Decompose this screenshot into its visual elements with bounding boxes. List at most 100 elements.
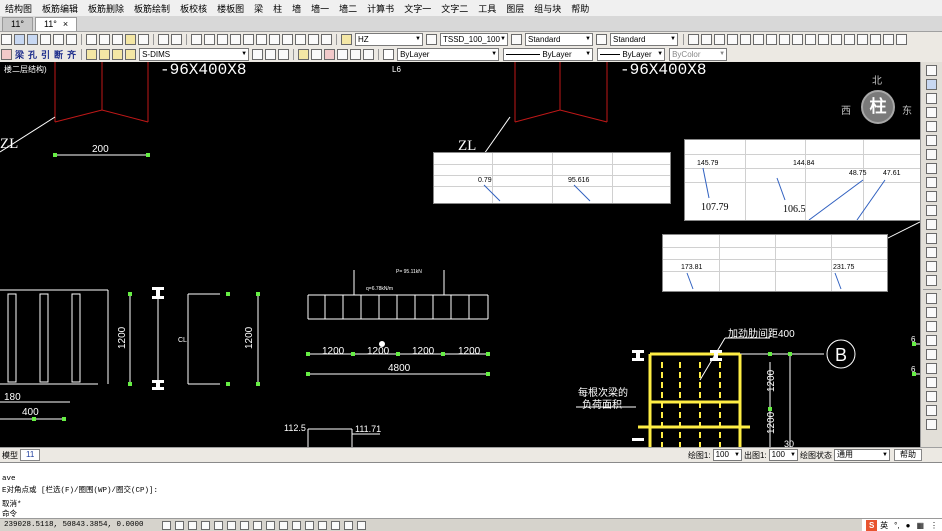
compass-north[interactable]: 北: [872, 72, 882, 87]
drawing-state-select[interactable]: 通用 ▼: [834, 449, 890, 461]
table-icon[interactable]: [883, 34, 894, 45]
tssd-tool4-icon[interactable]: [337, 49, 349, 60]
layer-select[interactable]: S-DIMS ▼: [139, 48, 250, 61]
polygon-icon[interactable]: [727, 34, 738, 45]
bring-front-icon[interactable]: [926, 307, 937, 318]
make-block-icon[interactable]: [831, 34, 842, 45]
zoom-previous-icon[interactable]: [230, 34, 241, 45]
grip[interactable]: [53, 153, 57, 157]
layer-state-icon[interactable]: [278, 49, 290, 60]
grip[interactable]: [396, 352, 400, 356]
grip[interactable]: [768, 407, 772, 411]
grip[interactable]: [441, 352, 445, 356]
menu-item[interactable]: 板筋编辑: [37, 2, 83, 15]
embedded-table-1[interactable]: 0.79 95.616: [433, 152, 671, 204]
menu-item[interactable]: 文字二: [436, 2, 473, 15]
lineweight-select[interactable]: ByLayer ▼: [597, 48, 666, 61]
fillet-icon[interactable]: [926, 261, 937, 272]
document-tab-active[interactable]: 11° ×: [34, 17, 78, 31]
sogou-ime-icon[interactable]: S: [866, 519, 878, 531]
grip[interactable]: [306, 352, 310, 356]
properties-icon[interactable]: [243, 34, 254, 45]
block-editor-icon[interactable]: [138, 34, 149, 45]
zoom-realtime-icon[interactable]: [204, 34, 215, 45]
grip[interactable]: [128, 292, 132, 296]
mirror-icon[interactable]: [926, 93, 937, 104]
measure-icon[interactable]: [926, 391, 937, 402]
polar-icon[interactable]: [200, 520, 210, 530]
line-icon[interactable]: [688, 34, 699, 45]
area-icon[interactable]: [926, 419, 937, 430]
cut-icon[interactable]: [86, 34, 97, 45]
make-current-icon[interactable]: [252, 49, 264, 60]
menu-icon[interactable]: ⋮: [930, 521, 938, 530]
sun-icon[interactable]: [112, 49, 124, 60]
dim-style-icon[interactable]: [426, 34, 437, 45]
qp-icon[interactable]: [278, 520, 288, 530]
plotstyle-select[interactable]: ByColor ▼: [669, 48, 728, 61]
text-style-icon[interactable]: [341, 34, 352, 45]
text-style-select[interactable]: HZ ▼: [355, 33, 423, 46]
ime-language[interactable]: 英: [880, 520, 888, 531]
layout-icon[interactable]: [304, 520, 314, 530]
zoom-window-icon[interactable]: [217, 34, 228, 45]
tssd-tool5-icon[interactable]: [350, 49, 362, 60]
send-back-icon[interactable]: [926, 321, 937, 332]
chamfer-icon[interactable]: [926, 247, 937, 258]
command-line[interactable]: ave E对角点或 [栏选(F)/圈围(WP)/圈交(CP)]: 取消* 命令: [0, 462, 942, 519]
move-icon[interactable]: [926, 135, 937, 146]
grip[interactable]: [226, 292, 230, 296]
offset-icon[interactable]: [926, 107, 937, 118]
object-snap-icon[interactable]: [926, 377, 937, 388]
markup-icon[interactable]: [295, 34, 306, 45]
paste-icon[interactable]: [112, 34, 123, 45]
multileader-style-icon[interactable]: [596, 34, 607, 45]
copy-object-icon[interactable]: [926, 79, 937, 90]
document-tab[interactable]: 11°: [2, 17, 33, 31]
dyn-icon[interactable]: [252, 520, 262, 530]
menu-item[interactable]: 结构图: [0, 2, 37, 15]
tssd-tool-icon[interactable]: [1, 49, 12, 60]
preview-icon[interactable]: [53, 34, 64, 45]
join-icon[interactable]: [926, 233, 937, 244]
save-icon[interactable]: [27, 34, 38, 45]
tool-hole[interactable]: 孔: [28, 48, 37, 61]
menu-item[interactable]: 组与块: [529, 2, 566, 15]
embedded-table-2[interactable]: 145.79 144.84 48.75 47.61 107.79 106.5: [684, 139, 920, 221]
help-button[interactable]: 帮助: [894, 449, 922, 461]
open-file-icon[interactable]: [14, 34, 25, 45]
close-icon[interactable]: ×: [63, 19, 68, 29]
array-icon[interactable]: [926, 121, 937, 132]
extend-icon[interactable]: [926, 205, 937, 216]
drawing-scale-select[interactable]: 100 ▼: [712, 449, 742, 461]
grip[interactable]: [306, 372, 310, 376]
dim-front-icon[interactable]: [926, 349, 937, 360]
viewcube[interactable]: 北 西 东 柱: [838, 70, 916, 140]
drawing-canvas[interactable]: 楼二层结构) -96X400X8 -96X400X8 L6 ZL ZL 200 …: [0, 62, 920, 447]
tool-align[interactable]: 齐: [67, 48, 76, 61]
lightbulb-icon[interactable]: [99, 49, 111, 60]
spline-icon[interactable]: [792, 34, 803, 45]
multileader-style-select[interactable]: Standard ▼: [610, 33, 678, 46]
publish-icon[interactable]: [66, 34, 77, 45]
grip[interactable]: [226, 382, 230, 386]
trim-icon[interactable]: [926, 191, 937, 202]
embedded-table-3[interactable]: 173.81 231.75: [662, 234, 888, 292]
grip[interactable]: [128, 382, 132, 386]
layout-tab[interactable]: 11: [20, 449, 41, 461]
menu-item[interactable]: 楼板图: [212, 2, 249, 15]
menu-item[interactable]: 板筋删除: [83, 2, 129, 15]
osnap-icon[interactable]: [213, 520, 223, 530]
lock-toolbar-icon[interactable]: [356, 520, 366, 530]
ducs-icon[interactable]: [239, 520, 249, 530]
table-style-select[interactable]: Standard ▼: [525, 33, 593, 46]
microphone-icon[interactable]: ●: [906, 521, 911, 530]
snap-icon[interactable]: [161, 520, 171, 530]
hatch-icon[interactable]: [857, 34, 868, 45]
rectangle-icon[interactable]: [740, 34, 751, 45]
layer-manager-icon[interactable]: [86, 49, 98, 60]
tool-beam[interactable]: 梁: [15, 48, 24, 61]
menu-item[interactable]: 墙一: [306, 2, 334, 15]
table-style-icon[interactable]: [511, 34, 522, 45]
menu-item[interactable]: 柱: [268, 2, 287, 15]
